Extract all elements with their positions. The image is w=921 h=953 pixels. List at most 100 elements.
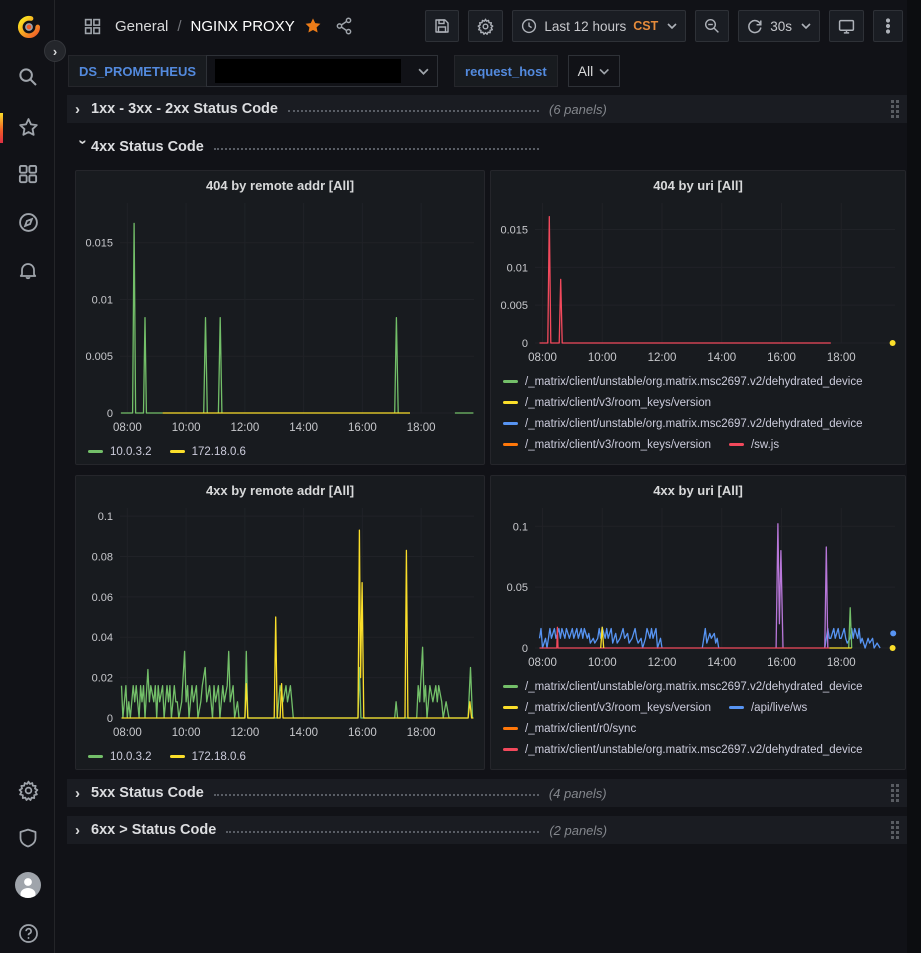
- legend-item[interactable]: /_matrix/client/unstable/org.matrix.msc2…: [503, 744, 863, 756]
- svg-text:14:00: 14:00: [707, 657, 736, 669]
- grafana-logo[interactable]: [14, 12, 44, 42]
- row-dotted-leader: [288, 100, 539, 112]
- clock-icon: [521, 18, 537, 34]
- legend-series-label: 10.0.3.2: [110, 751, 152, 763]
- svg-text:12:00: 12:00: [230, 422, 259, 434]
- favorite-star-icon[interactable]: [304, 17, 322, 35]
- apps-grid-icon: [78, 12, 106, 40]
- svg-text:18:00: 18:00: [827, 352, 856, 364]
- dashboard-row-1xx-3xx-2xx-status-code[interactable]: ›1xx - 3xx - 2xx Status Code(6 panels): [67, 95, 907, 123]
- legend-item[interactable]: 172.18.0.6: [170, 751, 246, 763]
- series-line: [849, 608, 852, 648]
- chart-canvas[interactable]: 00.0050.010.01508:0010:0012:0014:0016:00…: [491, 199, 905, 369]
- legend-item[interactable]: /_matrix/client/unstable/org.matrix.msc2…: [503, 418, 863, 430]
- row-dotted-leader: [226, 821, 539, 833]
- legend-series-swatch: [88, 755, 103, 758]
- svg-text:14:00: 14:00: [289, 422, 318, 434]
- svg-text:10:00: 10:00: [172, 727, 201, 739]
- dashboard-row-4xx-status-code[interactable]: ›4xx Status Code: [67, 133, 907, 161]
- chart-canvas[interactable]: 00.050.108:0010:0012:0014:0016:0018:00: [491, 504, 905, 674]
- legend-item[interactable]: /_matrix/client/r0/sync: [503, 723, 636, 735]
- panel-legend: 10.0.3.2 172.18.0.6: [76, 744, 484, 767]
- search-icon[interactable]: [14, 63, 42, 91]
- legend-item[interactable]: /_matrix/client/unstable/org.matrix.msc2…: [503, 376, 863, 388]
- cycle-view-mode-button[interactable]: [829, 10, 864, 42]
- legend-item[interactable]: 172.18.0.6: [170, 446, 246, 458]
- share-icon[interactable]: [335, 17, 353, 35]
- legend-item[interactable]: /_matrix/client/v3/room_keys/version: [503, 439, 711, 451]
- legend-item[interactable]: /_matrix/client/v3/room_keys/version: [503, 702, 711, 714]
- chevron-down-icon: [801, 23, 811, 29]
- svg-text:18:00: 18:00: [407, 422, 436, 434]
- time-range-picker[interactable]: Last 12 hours CST: [512, 10, 686, 42]
- zoom-out-time-button[interactable]: [695, 10, 729, 42]
- svg-text:0.04: 0.04: [92, 632, 113, 644]
- row-title: 1xx - 3xx - 2xx Status Code: [91, 101, 278, 117]
- alerting-bell-icon[interactable]: [14, 256, 42, 284]
- svg-text:18:00: 18:00: [827, 657, 856, 669]
- legend-series-label: /_matrix/client/unstable/org.matrix.msc2…: [525, 418, 863, 430]
- legend-item[interactable]: /_matrix/client/v3/room_keys/version: [503, 397, 711, 409]
- active-nav-indicator: [0, 113, 3, 143]
- row-drag-handle[interactable]: [891, 100, 899, 118]
- datasource-variable-label[interactable]: DS_PROMETHEUS: [68, 55, 206, 87]
- dashboard-title: NGINX PROXY: [191, 18, 295, 35]
- refresh-picker[interactable]: 30s: [738, 10, 820, 42]
- dashboard-settings-button[interactable]: [468, 10, 503, 42]
- row-title: 5xx Status Code: [91, 785, 204, 801]
- help-icon[interactable]: [14, 919, 42, 947]
- series-line: [122, 647, 473, 718]
- legend-item[interactable]: 10.0.3.2: [88, 751, 152, 763]
- save-dashboard-button[interactable]: [425, 10, 459, 42]
- row-drag-handle[interactable]: [891, 784, 899, 802]
- row-drag-handle[interactable]: [891, 821, 899, 839]
- svg-text:0.005: 0.005: [85, 351, 113, 363]
- series-line: [776, 524, 828, 648]
- svg-text:0.015: 0.015: [85, 238, 113, 250]
- settings-gear-icon[interactable]: [14, 776, 42, 804]
- explore-compass-icon[interactable]: [14, 208, 42, 236]
- svg-text:0: 0: [107, 713, 113, 725]
- svg-text:10:00: 10:00: [588, 352, 617, 364]
- series-point-marker: [890, 340, 896, 346]
- panel-title[interactable]: 4xx by remote addr [All]: [76, 476, 484, 504]
- request-host-variable-label[interactable]: request_host: [454, 55, 558, 87]
- chart-canvas[interactable]: 00.020.040.060.080.108:0010:0012:0014:00…: [76, 504, 484, 744]
- datasource-variable-select[interactable]: [206, 55, 438, 87]
- chart-canvas[interactable]: 00.0050.010.01508:0010:0012:0014:0016:00…: [76, 199, 484, 439]
- server-admin-shield-icon[interactable]: [14, 824, 42, 852]
- panel-4xx-by-uri-all: 4xx by uri [All]00.050.108:0010:0012:001…: [490, 475, 906, 770]
- legend-item[interactable]: 10.0.3.2: [88, 446, 152, 458]
- legend-item[interactable]: /sw.js: [729, 439, 779, 451]
- gear-icon: [477, 18, 494, 35]
- request-host-variable-select[interactable]: All: [568, 55, 620, 87]
- svg-text:0.1: 0.1: [98, 511, 113, 523]
- legend-item[interactable]: /_matrix/client/unstable/org.matrix.msc2…: [503, 681, 863, 693]
- dashboards-icon[interactable]: [14, 160, 42, 188]
- dashboard-row-5xx-status-code[interactable]: ›5xx Status Code(4 panels): [67, 779, 907, 807]
- request-host-value: All: [578, 63, 594, 79]
- scrollbar-track[interactable]: [907, 0, 921, 953]
- svg-text:0.06: 0.06: [92, 592, 113, 604]
- legend-series-label: /_matrix/client/unstable/org.matrix.msc2…: [525, 376, 863, 388]
- legend-item[interactable]: /api/live/ws: [729, 702, 807, 714]
- sidebar-expand-button[interactable]: ›: [44, 40, 66, 62]
- legend-series-swatch: [729, 443, 744, 446]
- panel-legend: /_matrix/client/unstable/org.matrix.msc2…: [491, 369, 905, 455]
- legend-series-label: 172.18.0.6: [192, 446, 246, 458]
- dashboard-header: General / NGINX PROXY Last 12 hours CST …: [56, 0, 907, 52]
- user-avatar[interactable]: [14, 871, 42, 899]
- svg-text:0.01: 0.01: [507, 262, 528, 274]
- panel-title[interactable]: 4xx by uri [All]: [491, 476, 905, 504]
- panel-title[interactable]: 404 by remote addr [All]: [76, 171, 484, 199]
- svg-text:16:00: 16:00: [348, 727, 377, 739]
- svg-text:0.01: 0.01: [92, 294, 113, 306]
- dashboard-row-6xx-status-code[interactable]: ›6xx > Status Code(2 panels): [67, 816, 907, 844]
- variables-submenu: DS_PROMETHEUS request_host All: [56, 52, 907, 90]
- star-icon[interactable]: [14, 113, 42, 141]
- more-options-kebab-button[interactable]: [873, 10, 903, 42]
- kebab-icon: [886, 18, 890, 34]
- breadcrumb-folder[interactable]: General: [115, 18, 168, 35]
- legend-series-swatch: [503, 706, 518, 709]
- panel-title[interactable]: 404 by uri [All]: [491, 171, 905, 199]
